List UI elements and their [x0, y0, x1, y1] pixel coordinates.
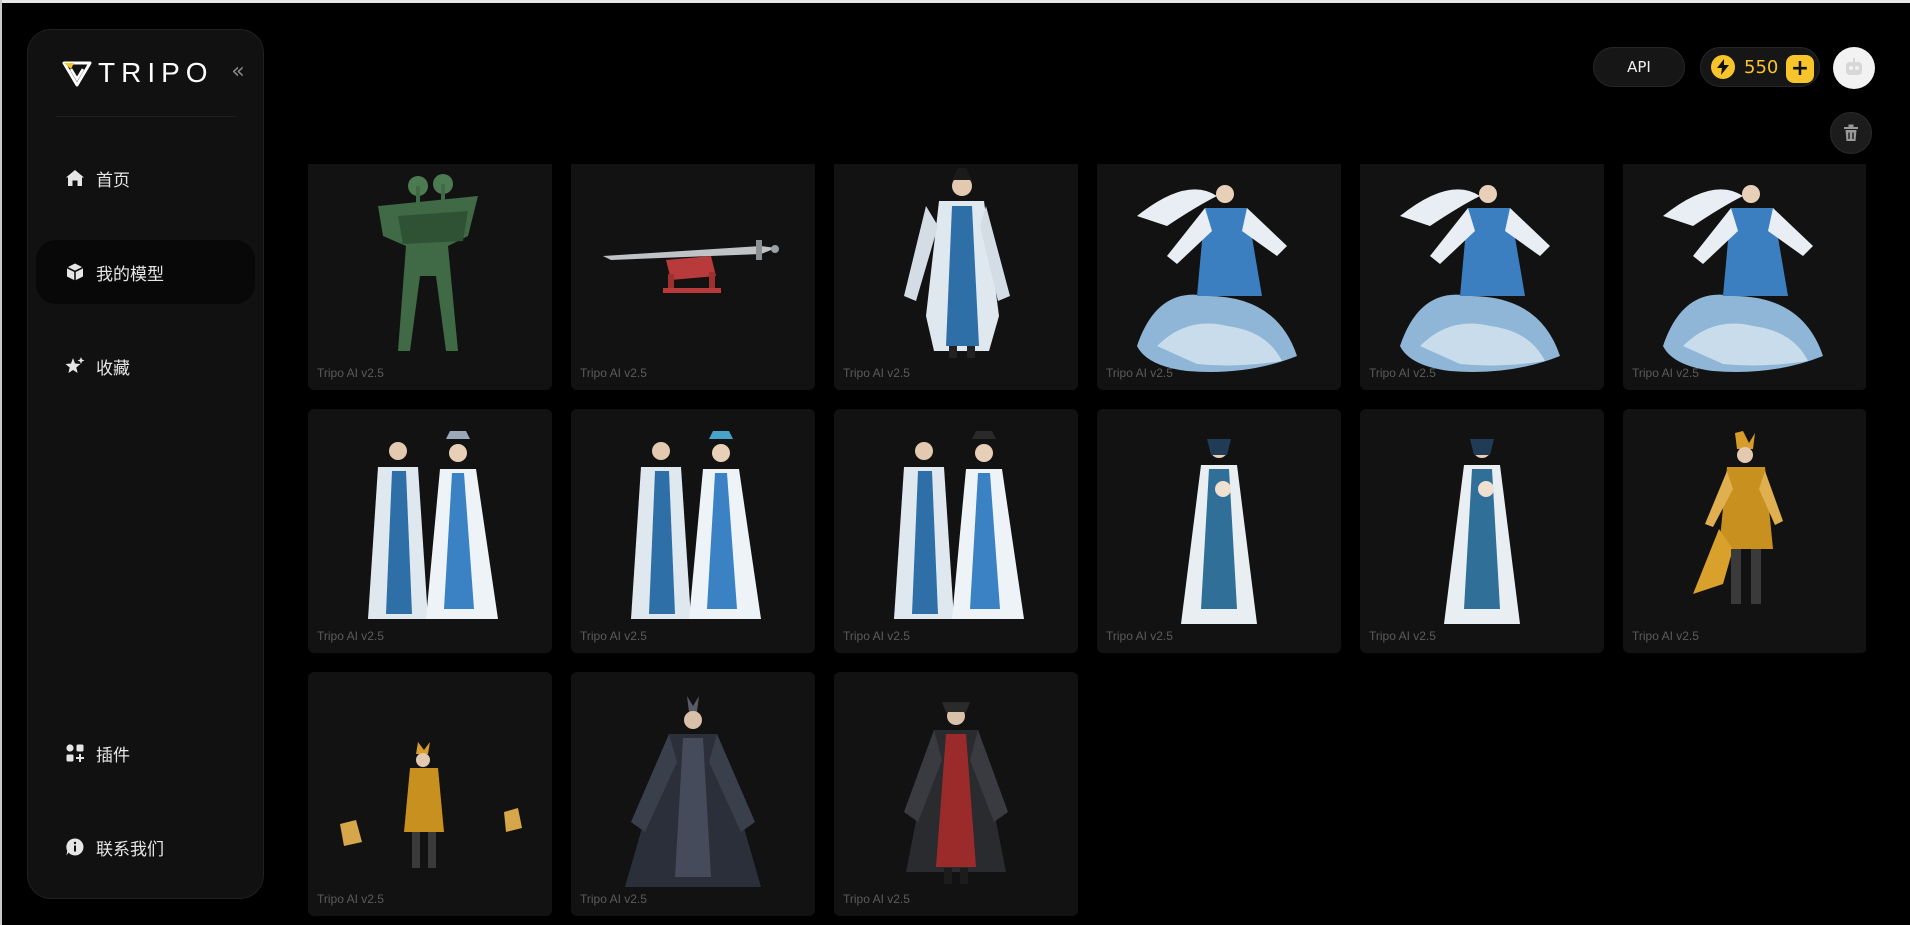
model-version-label: Tripo AI v2.5: [317, 892, 384, 906]
model-card[interactable]: Tripo AI v2.5: [1360, 409, 1604, 653]
model-card[interactable]: Tripo AI v2.5: [834, 672, 1078, 916]
sidebar-item-label: 收藏: [96, 358, 130, 379]
model-card[interactable]: Tripo AI v2.5: [1623, 409, 1866, 653]
model-version-label: Tripo AI v2.5: [1632, 629, 1699, 643]
brand-name: TRIPO: [98, 57, 214, 88]
tripo-logo-icon: [62, 61, 92, 87]
model-version-label: Tripo AI v2.5: [843, 366, 910, 380]
sidebar-item-label: 首页: [96, 170, 130, 191]
sidebar-item-label: 我的模型: [96, 264, 164, 285]
model-version-label: Tripo AI v2.5: [1632, 366, 1699, 380]
model-thumbnail: [368, 431, 498, 619]
credits-balance[interactable]: 550 +: [1700, 47, 1820, 87]
model-card[interactable]: Tripo AI v2.5: [571, 409, 815, 653]
sidebar-item-plugins[interactable]: 插件: [36, 721, 255, 785]
model-version-label: Tripo AI v2.5: [1369, 629, 1436, 643]
window-edge-top: [0, 0, 1910, 3]
model-thumbnail: [1181, 439, 1257, 624]
model-version-label: Tripo AI v2.5: [580, 629, 647, 643]
model-thumbnail: [894, 431, 1024, 619]
window-edge-left: [0, 0, 2, 925]
model-thumbnail: [631, 431, 761, 619]
model-version-label: Tripo AI v2.5: [317, 366, 384, 380]
collapse-sidebar-button[interactable]: «: [226, 60, 250, 84]
model-thumbnail: [1400, 185, 1560, 372]
info-bubble-icon: [63, 835, 87, 859]
model-thumbnail: [1663, 185, 1823, 372]
lightning-bolt-icon: [1711, 55, 1735, 79]
cube-icon: [63, 260, 87, 284]
sidebar-item-label: 插件: [96, 745, 130, 766]
model-card[interactable]: Tripo AI v2.5: [1097, 164, 1341, 390]
model-version-label: Tripo AI v2.5: [843, 629, 910, 643]
models-grid: Tripo AI v2.5 Tripo AI v2.5 Tripo AI v2.…: [308, 164, 1866, 924]
plugins-icon: [63, 741, 87, 765]
model-thumbnail: [904, 168, 1010, 358]
add-credits-button[interactable]: +: [1786, 55, 1814, 83]
user-avatar[interactable]: [1833, 47, 1875, 89]
model-card[interactable]: Tripo AI v2.5: [571, 164, 815, 390]
model-version-label: Tripo AI v2.5: [580, 366, 647, 380]
model-card[interactable]: Tripo AI v2.5: [571, 672, 815, 916]
star-sparkle-icon: [63, 354, 87, 378]
model-card[interactable]: Tripo AI v2.5: [308, 672, 552, 916]
model-version-label: Tripo AI v2.5: [843, 892, 910, 906]
model-thumbnail: [904, 702, 1008, 884]
delete-button[interactable]: [1830, 112, 1872, 154]
api-button[interactable]: API: [1593, 47, 1685, 87]
sidebar-item-contact-us[interactable]: 联系我们: [36, 815, 255, 879]
sidebar-item-my-models[interactable]: 我的模型: [36, 240, 255, 304]
model-thumbnail: [378, 174, 478, 351]
model-thumbnail: [1444, 439, 1520, 624]
model-version-label: Tripo AI v2.5: [1369, 366, 1436, 380]
model-thumbnail: [603, 240, 779, 293]
model-card[interactable]: Tripo AI v2.5: [308, 409, 552, 653]
trash-icon: [1844, 124, 1858, 141]
robot-avatar-icon: [1846, 58, 1862, 75]
brand-logo[interactable]: TRIPO: [62, 56, 222, 90]
model-version-label: Tripo AI v2.5: [1106, 629, 1173, 643]
model-thumbnail: [1137, 185, 1297, 372]
model-thumbnail: [1693, 431, 1783, 604]
sidebar-divider: [56, 116, 236, 117]
model-card[interactable]: Tripo AI v2.5: [1097, 409, 1341, 653]
sidebar-item-favorites[interactable]: 收藏: [36, 334, 255, 398]
model-version-label: Tripo AI v2.5: [317, 629, 384, 643]
model-card[interactable]: Tripo AI v2.5: [308, 164, 552, 390]
sidebar: TRIPO « 首页 我的模型 收藏 插件 联系我们: [27, 29, 264, 899]
model-card[interactable]: Tripo AI v2.5: [1623, 164, 1866, 390]
model-card[interactable]: Tripo AI v2.5: [834, 164, 1078, 390]
model-thumbnail: [625, 696, 761, 887]
model-version-label: Tripo AI v2.5: [580, 892, 647, 906]
sidebar-item-label: 联系我们: [96, 839, 164, 860]
home-icon: [63, 166, 87, 190]
double-chevron-left-icon: «: [231, 59, 245, 84]
credits-count: 550: [1744, 56, 1779, 78]
model-version-label: Tripo AI v2.5: [1106, 366, 1173, 380]
sidebar-item-home[interactable]: 首页: [36, 146, 255, 210]
model-card[interactable]: Tripo AI v2.5: [1360, 164, 1604, 390]
model-card[interactable]: Tripo AI v2.5: [834, 409, 1078, 653]
model-thumbnail: [340, 742, 522, 868]
